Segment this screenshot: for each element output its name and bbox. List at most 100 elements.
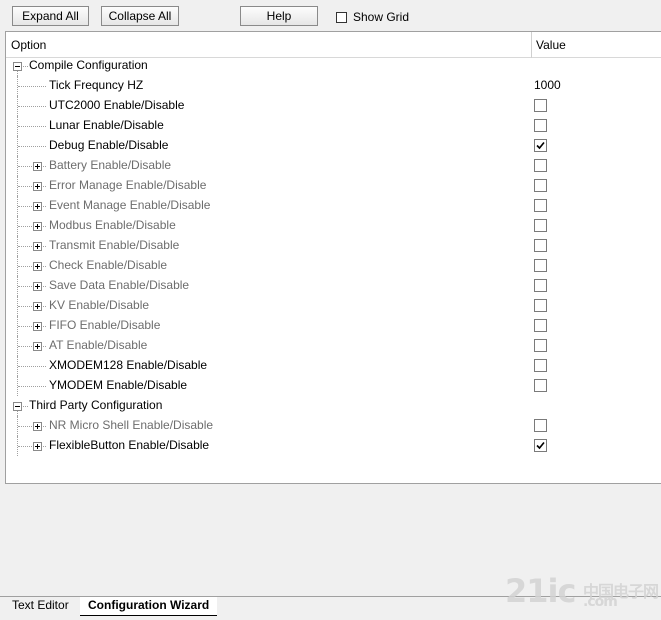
tree-option-row[interactable]: FIFO Enable/Disable: [6, 316, 661, 336]
option-label: Error Manage Enable/Disable: [49, 178, 207, 192]
option-label: Transmit Enable/Disable: [49, 238, 180, 252]
option-label: NR Micro Shell Enable/Disable: [49, 418, 214, 432]
tree-group-row[interactable]: Third Party Configuration: [6, 396, 661, 416]
tree-connector: [17, 356, 18, 376]
expand-plus-icon[interactable]: [33, 262, 42, 271]
header-option: Option: [11, 38, 47, 52]
value-checkbox[interactable]: [534, 159, 547, 172]
tree-option-row[interactable]: Battery Enable/Disable: [6, 156, 661, 176]
expand-plus-icon[interactable]: [33, 322, 42, 331]
collapse-all-button[interactable]: Collapse All: [101, 6, 179, 26]
option-label: Save Data Enable/Disable: [49, 278, 190, 292]
option-label: Compile Configuration: [29, 58, 148, 72]
tree-option-row[interactable]: Save Data Enable/Disable: [6, 276, 661, 296]
expand-plus-icon[interactable]: [33, 222, 42, 231]
tree-connector: [17, 436, 18, 456]
value-checkbox[interactable]: [534, 419, 547, 432]
value-checkbox-checked[interactable]: [534, 439, 547, 452]
tab-configuration-wizard[interactable]: Configuration Wizard: [80, 597, 218, 616]
tree-connector: [18, 366, 46, 367]
collapse-minus-icon[interactable]: [13, 62, 22, 71]
value-checkbox[interactable]: [534, 279, 547, 292]
option-label: AT Enable/Disable: [49, 338, 148, 352]
expand-plus-icon[interactable]: [33, 342, 42, 351]
tree-connector: [17, 236, 18, 256]
option-label: UTC2000 Enable/Disable: [49, 98, 185, 112]
expand-plus-icon[interactable]: [33, 442, 42, 451]
value-checkbox[interactable]: [534, 119, 547, 132]
expand-all-button[interactable]: Expand All: [12, 6, 89, 26]
option-label: Lunar Enable/Disable: [49, 118, 164, 132]
tree-option-row[interactable]: FlexibleButton Enable/Disable: [6, 436, 661, 456]
tree-connector: [18, 386, 46, 387]
tree-connector: [17, 256, 18, 276]
option-label: Tick Frequncy HZ: [49, 78, 144, 92]
tree-option-row[interactable]: YMODEM Enable/Disable: [6, 376, 661, 396]
tree-option-row[interactable]: Event Manage Enable/Disable: [6, 196, 661, 216]
show-grid-checkbox[interactable]: [336, 11, 347, 23]
tab-text-editor[interactable]: Text Editor: [4, 597, 77, 615]
tree-option-row[interactable]: AT Enable/Disable: [6, 336, 661, 356]
tree-option-row[interactable]: Lunar Enable/Disable: [6, 116, 661, 136]
value-checkbox[interactable]: [534, 199, 547, 212]
value-checkbox-checked[interactable]: [534, 139, 547, 152]
tree-option-row[interactable]: Modbus Enable/Disable: [6, 216, 661, 236]
expand-plus-icon[interactable]: [33, 182, 42, 191]
option-value[interactable]: 1000: [534, 78, 561, 92]
value-checkbox[interactable]: [534, 339, 547, 352]
show-grid-label: Show Grid: [353, 10, 410, 24]
value-checkbox[interactable]: [534, 299, 547, 312]
tree-connector: [17, 316, 18, 336]
tree-connector: [17, 416, 18, 436]
value-checkbox[interactable]: [534, 259, 547, 272]
header-separator[interactable]: [531, 32, 532, 58]
value-checkbox[interactable]: [534, 179, 547, 192]
options-grid: Option Value Compile Configuration Tick F…: [5, 31, 661, 483]
tree-option-row[interactable]: XMODEM128 Enable/Disable: [6, 356, 661, 376]
tree-connector: [18, 86, 46, 87]
value-checkbox[interactable]: [534, 379, 547, 392]
tree-option-row[interactable]: Tick Frequncy HZ 1000: [6, 76, 661, 96]
tree-option-row[interactable]: NR Micro Shell Enable/Disable: [6, 416, 661, 436]
option-label: Event Manage Enable/Disable: [49, 198, 211, 212]
value-checkbox[interactable]: [534, 319, 547, 332]
option-label: KV Enable/Disable: [49, 298, 150, 312]
checkmark-icon: [536, 441, 545, 450]
expand-plus-icon[interactable]: [33, 422, 42, 431]
tree-option-row[interactable]: Debug Enable/Disable: [6, 136, 661, 156]
tree-option-row[interactable]: Check Enable/Disable: [6, 256, 661, 276]
help-button[interactable]: Help: [240, 6, 318, 26]
tree-group-row[interactable]: Compile Configuration: [6, 56, 661, 76]
grid-header: Option Value: [6, 32, 661, 58]
watermark-main: 21ic: [505, 572, 576, 610]
expand-plus-icon[interactable]: [33, 202, 42, 211]
tree-connector: [17, 96, 18, 116]
option-label: YMODEM Enable/Disable: [49, 378, 188, 392]
value-checkbox[interactable]: [534, 359, 547, 372]
expand-plus-icon[interactable]: [33, 162, 42, 171]
option-label: FIFO Enable/Disable: [49, 318, 161, 332]
tree-connector: [17, 76, 18, 96]
option-label: Check Enable/Disable: [49, 258, 168, 272]
tree-connector: [17, 156, 18, 176]
tree-option-row[interactable]: KV Enable/Disable: [6, 296, 661, 316]
option-label: XMODEM128 Enable/Disable: [49, 358, 208, 372]
collapse-minus-icon[interactable]: [13, 402, 22, 411]
tree-connector: [17, 376, 18, 396]
tree-connector: [18, 146, 46, 147]
checkmark-icon: [536, 141, 545, 150]
tree-option-row[interactable]: UTC2000 Enable/Disable: [6, 96, 661, 116]
tree-connector: [17, 296, 18, 316]
option-label: FlexibleButton Enable/Disable: [49, 438, 210, 452]
expand-plus-icon[interactable]: [33, 282, 42, 291]
tree-option-row[interactable]: Transmit Enable/Disable: [6, 236, 661, 256]
expand-plus-icon[interactable]: [33, 302, 42, 311]
value-checkbox[interactable]: [534, 239, 547, 252]
value-checkbox[interactable]: [534, 219, 547, 232]
expand-plus-icon[interactable]: [33, 242, 42, 251]
show-grid-toggle[interactable]: Show Grid: [336, 10, 409, 24]
option-label: Debug Enable/Disable: [49, 138, 169, 152]
option-label: Battery Enable/Disable: [49, 158, 172, 172]
value-checkbox[interactable]: [534, 99, 547, 112]
tree-option-row[interactable]: Error Manage Enable/Disable: [6, 176, 661, 196]
